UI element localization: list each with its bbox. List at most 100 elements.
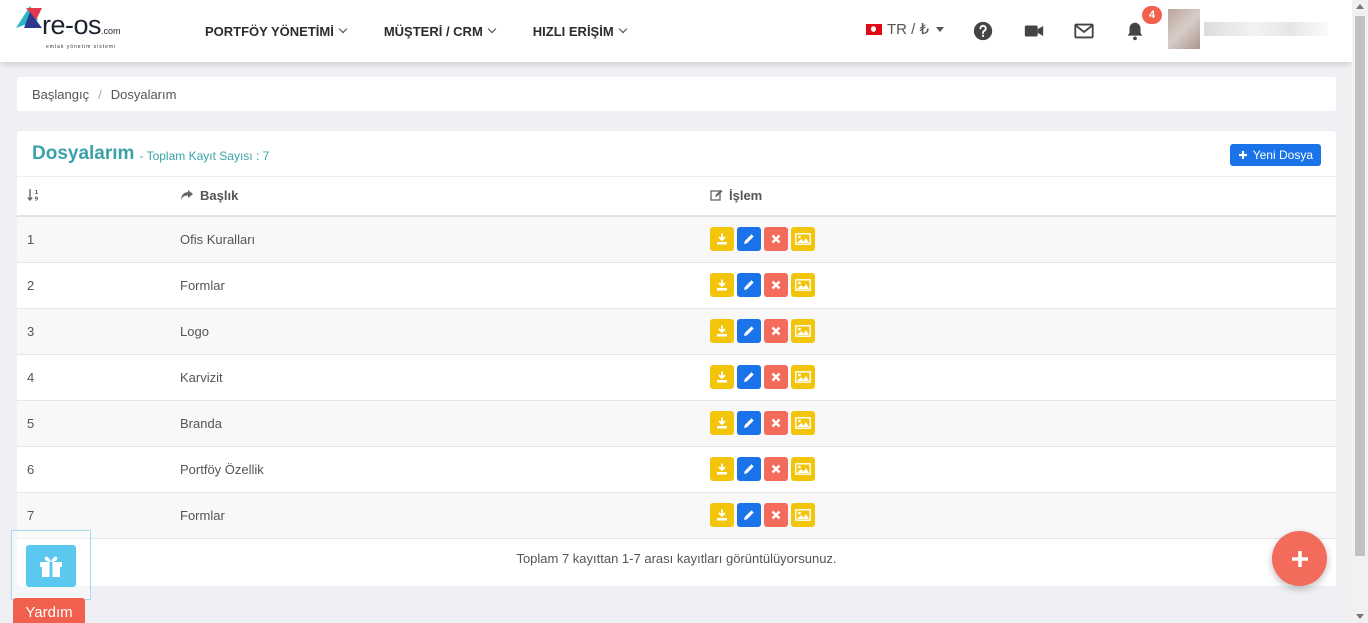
logo[interactable]: re-os.com emlak yönetim sistemi xyxy=(16,6,136,54)
delete-button[interactable] xyxy=(764,227,788,252)
column-header-sort[interactable]: 1 9 xyxy=(17,177,180,217)
gift-widget xyxy=(11,530,91,600)
row-title: Karvizit xyxy=(180,354,710,401)
row-actions xyxy=(710,354,1336,401)
table-header-row: 1 9 Başlık İşlem xyxy=(17,177,1336,217)
delete-button[interactable] xyxy=(764,273,788,297)
user-name-blurred[interactable] xyxy=(1204,22,1328,36)
image-button[interactable] xyxy=(791,457,815,481)
row-number: 5 xyxy=(17,400,180,447)
image-button[interactable] xyxy=(791,411,815,435)
edit-square-icon xyxy=(710,189,723,201)
chevron-down-icon xyxy=(338,24,348,34)
new-file-button[interactable]: Yeni Dosya xyxy=(1229,144,1321,166)
avatar[interactable] xyxy=(1168,9,1200,49)
image-button[interactable] xyxy=(791,227,815,252)
card-header: Dosyalarım - Toplam Kayıt Sayısı : 7 Yen… xyxy=(17,131,1336,177)
download-button[interactable] xyxy=(710,457,734,481)
gift-icon xyxy=(40,556,62,577)
menu-customer-crm[interactable]: MÜŞTERİ / CRM xyxy=(384,24,497,39)
menu-label: PORTFÖY YÖNETİMİ xyxy=(205,23,334,39)
edit-button[interactable] xyxy=(737,503,761,527)
row-title: Formlar xyxy=(180,492,710,539)
download-icon xyxy=(717,371,727,383)
close-icon xyxy=(771,326,781,336)
edit-button[interactable] xyxy=(737,319,761,343)
menu-portfolio-management[interactable]: PORTFÖY YÖNETİMİ xyxy=(205,23,348,39)
image-icon xyxy=(795,325,811,337)
pencil-icon xyxy=(744,280,754,290)
row-title: Logo xyxy=(180,308,710,355)
image-button[interactable] xyxy=(791,319,815,343)
column-header-title[interactable]: Başlık xyxy=(180,177,710,217)
menu-quick-access[interactable]: HIZLI ERİŞİM xyxy=(533,24,627,39)
record-count: - Toplam Kayıt Sayısı : 7 xyxy=(139,148,270,163)
page-title: Dosyalarım xyxy=(32,142,135,164)
download-button[interactable] xyxy=(710,411,734,435)
pencil-icon xyxy=(744,234,754,245)
delete-button[interactable] xyxy=(764,365,788,389)
download-icon xyxy=(717,279,727,291)
image-icon xyxy=(795,509,811,521)
edit-button[interactable] xyxy=(737,457,761,481)
breadcrumb: Başlangıç / Dosyalarım xyxy=(17,77,1336,111)
help-icon[interactable] xyxy=(972,20,994,42)
row-title: Portföy Özellik xyxy=(180,446,710,493)
close-icon xyxy=(771,464,781,474)
add-fab-button[interactable] xyxy=(1272,531,1327,586)
download-button[interactable] xyxy=(710,319,734,343)
edit-button[interactable] xyxy=(737,411,761,435)
row-actions xyxy=(710,446,1336,493)
delete-button[interactable] xyxy=(764,411,788,435)
page-scrollbar[interactable] xyxy=(1352,0,1368,623)
pencil-icon xyxy=(744,464,754,474)
close-icon xyxy=(771,510,781,520)
scroll-down-arrow-icon[interactable] xyxy=(1356,614,1364,619)
image-button[interactable] xyxy=(791,273,815,297)
image-button[interactable] xyxy=(791,365,815,389)
column-title-label: Başlık xyxy=(200,187,239,203)
language-label: TR / ₺ xyxy=(887,21,930,38)
table-row: 6 Portföy Özellik xyxy=(17,446,1336,493)
download-button[interactable] xyxy=(710,227,734,252)
column-action-label: İşlem xyxy=(729,187,763,203)
share-arrow-icon xyxy=(181,190,193,201)
caret-down-icon xyxy=(936,26,945,32)
edit-button[interactable] xyxy=(737,227,761,252)
edit-button[interactable] xyxy=(737,273,761,297)
close-icon xyxy=(771,372,781,382)
download-button[interactable] xyxy=(710,273,734,297)
turkey-flag-icon xyxy=(866,23,882,35)
delete-button[interactable] xyxy=(764,503,788,527)
close-icon xyxy=(771,234,781,244)
row-actions xyxy=(710,216,1336,263)
download-button[interactable] xyxy=(710,365,734,389)
files-card: Dosyalarım - Toplam Kayıt Sayısı : 7 Yen… xyxy=(17,131,1336,586)
logo-tagline: emlak yönetim sistemi xyxy=(46,44,117,50)
help-button[interactable]: Yardım xyxy=(13,598,85,623)
gift-button[interactable] xyxy=(26,545,76,587)
breadcrumb-current: Dosyalarım xyxy=(110,86,177,102)
row-number: 2 xyxy=(17,262,180,309)
sort-numeric-icon: 1 9 xyxy=(27,188,39,202)
language-selector[interactable]: TR / ₺ xyxy=(866,20,945,38)
download-icon xyxy=(717,325,727,337)
breadcrumb-home-link[interactable]: Başlangıç xyxy=(32,87,89,102)
scroll-thumb[interactable] xyxy=(1355,16,1365,556)
mail-icon[interactable] xyxy=(1073,20,1095,42)
image-button[interactable] xyxy=(791,503,815,527)
row-title: Formlar xyxy=(180,262,710,309)
row-actions xyxy=(710,262,1336,309)
delete-button[interactable] xyxy=(764,457,788,481)
bell-icon[interactable] xyxy=(1124,20,1146,42)
download-icon xyxy=(717,509,727,521)
delete-button[interactable] xyxy=(764,319,788,343)
video-camera-icon[interactable] xyxy=(1023,20,1045,42)
edit-button[interactable] xyxy=(737,365,761,389)
download-button[interactable] xyxy=(710,503,734,527)
table-footer-info: Toplam 7 kayıttan 1-7 arası kayıtları gö… xyxy=(516,551,837,566)
svg-text:9: 9 xyxy=(35,196,39,202)
download-icon xyxy=(717,417,727,429)
row-actions xyxy=(710,400,1336,447)
scroll-up-arrow-icon[interactable] xyxy=(1356,4,1364,9)
